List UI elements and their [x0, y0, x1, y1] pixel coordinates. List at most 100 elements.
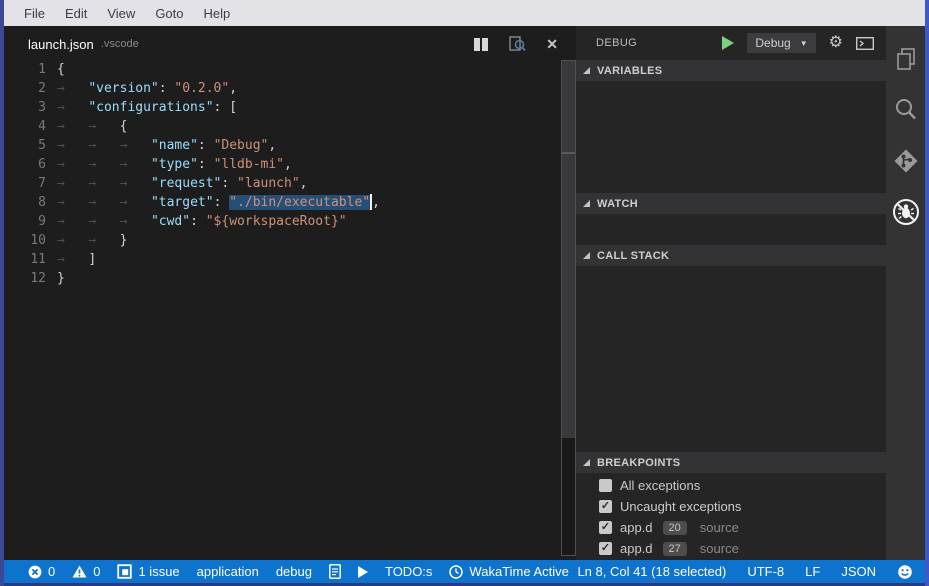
- line-number[interactable]: 7: [4, 174, 46, 193]
- code-token: }: [120, 233, 128, 248]
- code-line[interactable]: 10→ → }: [4, 231, 560, 250]
- code-line[interactable]: 3→ "configurations": [: [4, 98, 560, 117]
- menu-view[interactable]: View: [97, 6, 145, 21]
- code-line[interactable]: 1{: [4, 60, 560, 79]
- debug-console-icon[interactable]: [856, 37, 874, 50]
- code-token: →: [88, 138, 119, 153]
- close-icon[interactable]: ✕: [546, 37, 558, 51]
- breakpoint-row[interactable]: ✓app.d20source: [576, 517, 886, 538]
- code-token: "configurations": [88, 100, 213, 115]
- scrollbar-thumb[interactable]: [562, 61, 575, 438]
- wakatime-item[interactable]: WakaTime Active: [449, 564, 568, 579]
- line-content: → → }: [46, 233, 127, 248]
- breakpoint-row[interactable]: ✓Uncaught exceptions: [576, 496, 886, 517]
- code-token: "version": [88, 81, 158, 96]
- code-lines[interactable]: 1{2→ "version": "0.2.0",3→ "configuratio…: [4, 60, 560, 288]
- eol-item[interactable]: LF: [805, 564, 820, 579]
- editor-scrollbar[interactable]: [561, 60, 576, 556]
- menu-edit[interactable]: Edit: [55, 6, 97, 21]
- code-line[interactable]: 11→ ]: [4, 250, 560, 269]
- line-content: → → {: [46, 119, 127, 134]
- line-number[interactable]: 6: [4, 155, 46, 174]
- line-number[interactable]: 12: [4, 269, 46, 288]
- tab-filename[interactable]: launch.json: [28, 37, 94, 52]
- cursor-position[interactable]: Ln 8, Col 41 (18 selected): [577, 564, 726, 579]
- menu-help[interactable]: Help: [194, 6, 241, 21]
- code-token: :: [190, 214, 206, 229]
- debug-item[interactable]: debug: [276, 564, 312, 579]
- editor-actions: ✕: [474, 36, 558, 52]
- code-token: →: [120, 195, 151, 210]
- section-breakpoints[interactable]: BREAKPOINTS: [576, 452, 886, 473]
- issues-icon: [117, 564, 132, 579]
- section-watch[interactable]: WATCH: [576, 193, 886, 214]
- code-token: :: [198, 157, 214, 172]
- language-mode-item[interactable]: JSON: [841, 564, 876, 579]
- code-token: "${workspaceRoot}": [206, 214, 347, 229]
- run-task-icon[interactable]: [358, 566, 368, 578]
- encoding-item[interactable]: UTF-8: [747, 564, 784, 579]
- search-icon[interactable]: [891, 95, 921, 125]
- breakpoint-checkbox[interactable]: [599, 479, 612, 492]
- code-line[interactable]: 9→ → → "cwd": "${workspaceRoot}": [4, 212, 560, 231]
- code-line[interactable]: 7→ → → "request": "launch",: [4, 174, 560, 193]
- code-line[interactable]: 5→ → → "name": "Debug",: [4, 136, 560, 155]
- code-token: :: [198, 138, 214, 153]
- window-border-right: [925, 0, 929, 586]
- code-line[interactable]: 2→ "version": "0.2.0",: [4, 79, 560, 98]
- breakpoint-label: All exceptions: [620, 478, 700, 493]
- line-number[interactable]: 2: [4, 79, 46, 98]
- code-token: →: [88, 157, 119, 172]
- line-number[interactable]: 11: [4, 250, 46, 269]
- line-number[interactable]: 1: [4, 60, 46, 79]
- split-editor-icon[interactable]: [474, 38, 489, 51]
- breakpoint-checkbox[interactable]: ✓: [599, 500, 612, 513]
- line-number[interactable]: 3: [4, 98, 46, 117]
- code-token: →: [57, 233, 88, 248]
- start-debug-icon[interactable]: [722, 36, 734, 50]
- breakpoint-checkbox[interactable]: ✓: [599, 521, 612, 534]
- code-token: →: [88, 176, 119, 191]
- code-line[interactable]: 6→ → → "type": "lldb-mi",: [4, 155, 560, 174]
- code-line[interactable]: 4→ → {: [4, 117, 560, 136]
- breakpoint-checkbox[interactable]: ✓: [599, 542, 612, 555]
- breakpoint-row[interactable]: All exceptions: [576, 475, 886, 496]
- feedback-smiley-icon[interactable]: [897, 564, 913, 580]
- git-icon[interactable]: [891, 146, 921, 176]
- code-token: :: [159, 81, 175, 96]
- application-item[interactable]: application: [197, 564, 259, 579]
- code-token: ,: [372, 195, 380, 210]
- warning-indicator[interactable]: 0: [72, 564, 100, 579]
- line-number[interactable]: 10: [4, 231, 46, 250]
- menu-file[interactable]: File: [14, 6, 55, 21]
- section-variables[interactable]: VARIABLES: [576, 60, 886, 81]
- section-call-stack[interactable]: CALL STACK: [576, 245, 886, 266]
- todo-item[interactable]: TODO:s: [385, 564, 432, 579]
- error-indicator[interactable]: 0: [28, 564, 55, 579]
- code-token: →: [57, 214, 88, 229]
- document-icon[interactable]: [329, 564, 341, 579]
- explorer-icon[interactable]: [891, 44, 921, 74]
- code-token: }: [57, 271, 65, 286]
- preview-icon[interactable]: [509, 36, 526, 52]
- issues-item[interactable]: 1 issue: [117, 564, 179, 579]
- debug-config-dropdown[interactable]: Debug ▼: [747, 33, 815, 53]
- code-token: →: [57, 195, 88, 210]
- code-token: "target": [151, 195, 214, 210]
- menu-goto[interactable]: Goto: [145, 6, 193, 21]
- line-number[interactable]: 9: [4, 212, 46, 231]
- code-line[interactable]: 12}: [4, 269, 560, 288]
- error-icon: [28, 565, 42, 579]
- tab-folder-label: .vscode: [101, 38, 139, 50]
- warning-icon: [72, 565, 87, 578]
- line-number[interactable]: 8: [4, 193, 46, 212]
- code-line[interactable]: 8→ → → "target": "./bin/executable",: [4, 193, 560, 212]
- line-number[interactable]: 5: [4, 136, 46, 155]
- debug-icon[interactable]: [891, 197, 921, 227]
- gear-icon[interactable]: ⚙: [829, 35, 843, 51]
- breakpoint-label: app.d: [620, 520, 653, 535]
- expand-triangle-icon: [583, 200, 590, 207]
- breakpoint-row[interactable]: ✓app.d27source: [576, 538, 886, 559]
- line-number[interactable]: 4: [4, 117, 46, 136]
- wakatime-label: WakaTime Active: [469, 564, 568, 579]
